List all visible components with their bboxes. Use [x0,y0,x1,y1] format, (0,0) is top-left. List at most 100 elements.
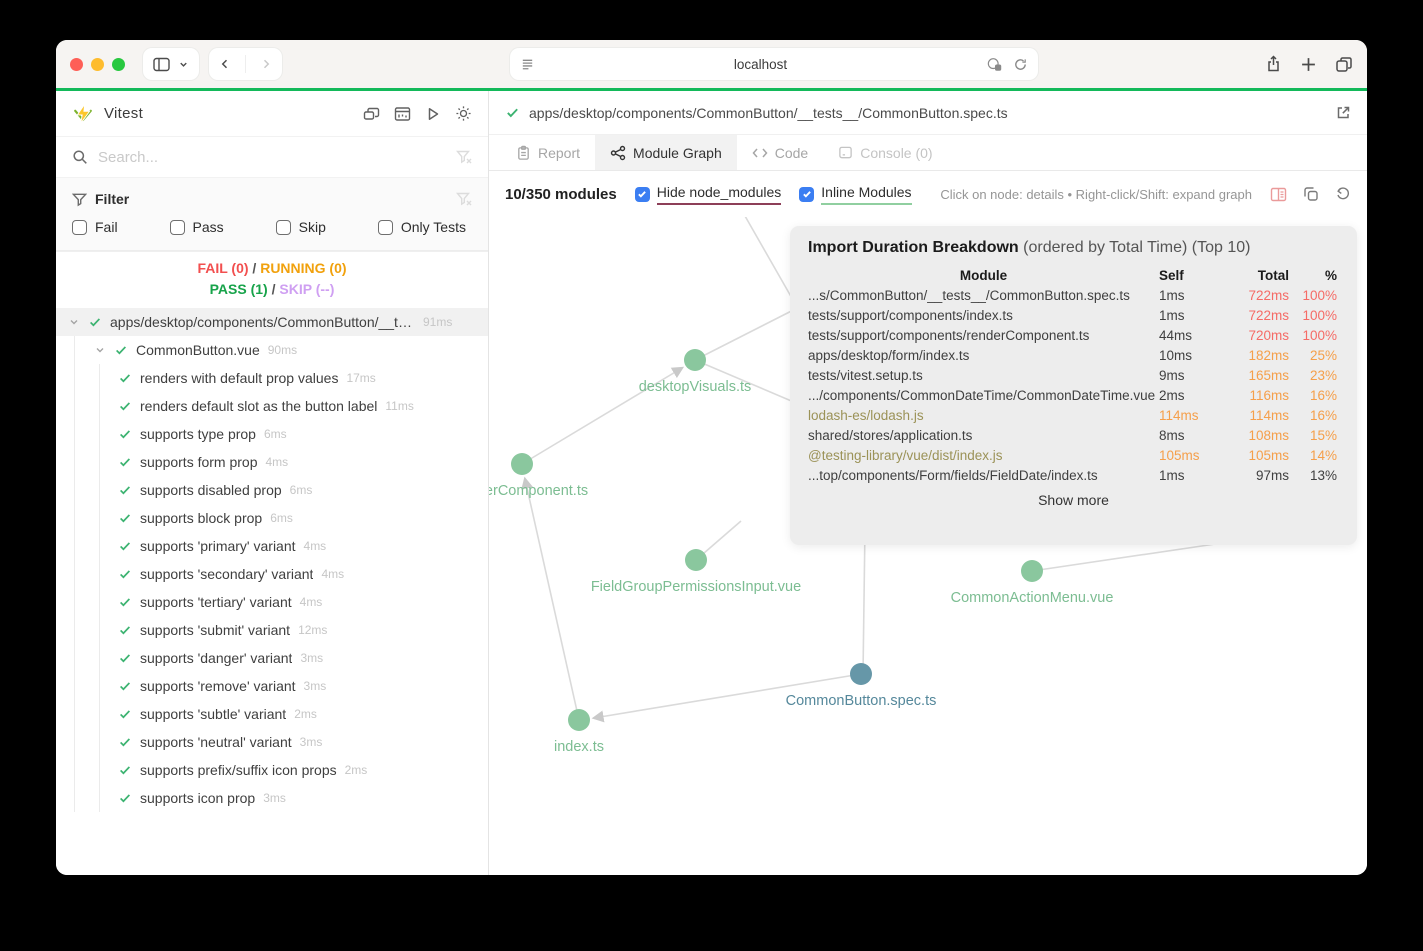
minimize-window-button[interactable] [91,57,104,71]
breakdown-row[interactable]: tests/support/components/index.ts 1ms 72… [808,305,1339,325]
tree-row-test[interactable]: renders default slot as the button label… [56,392,488,420]
share-icon[interactable] [1265,55,1282,73]
tree-row-test[interactable]: renders with default prop values 17ms [56,364,488,392]
toggle-breakdown-panel-icon[interactable] [1270,187,1287,202]
reset-graph-icon[interactable] [1335,186,1351,202]
column-self: Self [1159,268,1184,283]
forward-button[interactable] [260,57,272,71]
percent: 25% [1309,347,1337,363]
tree-row-test[interactable]: supports 'subtle' variant 2ms [56,700,488,728]
checkbox[interactable] [275,219,291,235]
zoom-window-button[interactable] [112,57,125,71]
clear-filter-icon[interactable] [456,191,472,207]
filter-checkbox-option[interactable]: Pass [169,219,224,235]
tree-row-test[interactable]: supports prefix/suffix icon props 2ms [56,756,488,784]
tab-code[interactable]: Code [737,135,823,170]
slash: / [271,281,276,297]
search-input[interactable] [98,148,446,166]
tree-row-suite[interactable]: CommonButton.vue 90ms [56,336,488,364]
checkbox[interactable] [377,219,393,235]
tree-row-test[interactable]: supports 'remove' variant 3ms [56,672,488,700]
pass-check-icon [118,483,132,497]
checked-checkbox-icon[interactable] [799,186,815,202]
chevron-down-icon[interactable] [68,316,80,328]
tree-row-test[interactable]: supports icon prop 3ms [56,784,488,812]
hide-node-modules-toggle[interactable]: Hide node_modules [634,184,782,205]
self-time: 114ms [1159,407,1199,423]
reader-view-icon[interactable] [520,57,535,72]
breakdown-row[interactable]: .../components/CommonDateTime/CommonDate… [808,385,1339,405]
tab-overview-icon[interactable] [1335,56,1353,73]
inline-modules-toggle[interactable]: Inline Modules [799,184,912,205]
tree-row-spec-file[interactable]: apps/desktop/components/CommonButton/__t… [56,308,488,336]
tree-row-test[interactable]: supports type prop 6ms [56,420,488,448]
pass-check-icon [118,651,132,665]
breakdown-row[interactable]: tests/support/components/renderComponent… [808,325,1339,345]
checkbox[interactable] [72,219,87,235]
tab-console[interactable]: Console (0) [823,135,947,170]
collapse-windows-icon[interactable] [363,106,380,122]
self-time: 1ms [1159,467,1185,483]
filter-checkbox-option[interactable]: Skip [275,219,326,235]
run-all-icon[interactable] [425,106,441,122]
checked-checkbox-icon[interactable] [634,186,650,202]
reload-icon[interactable] [1013,57,1028,72]
module-path: ...top/components/Form/fields/FieldDate/… [808,467,1098,483]
graph-node-label: CommonActionMenu.vue [951,590,1114,606]
graph-node[interactable] [568,709,590,731]
breakdown-row[interactable]: @testing-library/vue/dist/index.js 105ms… [808,445,1339,465]
address-bar[interactable]: localhost [509,48,1038,80]
graph-node[interactable] [685,549,707,571]
back-button[interactable] [219,57,231,71]
translate-badge-icon[interactable] [987,57,1003,72]
suite-duration: 90ms [267,343,298,357]
breakdown-row[interactable]: apps/desktop/form/index.ts 10ms 182ms 25… [808,345,1339,365]
clear-filter-icon[interactable] [456,149,472,165]
tree-row-test[interactable]: supports form prop 4ms [56,448,488,476]
tab-label: Code [774,144,809,161]
close-window-button[interactable] [70,57,83,71]
tree-row-test[interactable]: supports disabled prop 6ms [56,476,488,504]
breakdown-row[interactable]: ...s/CommonButton/__tests__/CommonButton… [808,285,1339,305]
tree-row-test[interactable]: supports 'secondary' variant 4ms [56,560,488,588]
copy-graph-icon[interactable] [1303,186,1319,202]
tab-report[interactable]: Report [501,135,595,170]
checkbox[interactable] [169,219,185,235]
filter-checkbox-option[interactable]: Only Tests [377,219,466,235]
tab-module-graph[interactable]: Module Graph [595,135,737,170]
column-total: Total [1257,268,1289,283]
total-time: 116ms [1249,387,1289,403]
module-graph-canvas[interactable]: desktopVisuals.ts renderComponent.ts Field… [489,171,1367,875]
tree-row-test[interactable]: supports 'danger' variant 3ms [56,644,488,672]
graph-edge [521,476,580,721]
tree-row-test[interactable]: supports 'submit' variant 12ms [56,616,488,644]
theme-toggle-icon[interactable] [455,105,472,122]
show-more-button[interactable]: Show more [808,492,1339,508]
breakdown-row[interactable]: tests/vitest.setup.ts 9ms 165ms 23% [808,365,1339,385]
graph-node[interactable] [850,663,872,685]
graph-node[interactable] [684,349,706,371]
filter-checkbox-option[interactable]: Fail [72,219,118,235]
tree-row-test[interactable]: supports 'tertiary' variant 4ms [56,588,488,616]
graph-node[interactable] [511,453,533,475]
dashboard-icon[interactable] [394,106,411,122]
test-name: supports icon prop [140,790,256,806]
tree-row-test[interactable]: supports 'primary' variant 4ms [56,532,488,560]
tree-row-test[interactable]: supports block prop 6ms [56,504,488,532]
chevron-down-icon[interactable] [94,344,106,356]
checkbox-label: Fail [95,219,118,235]
graph-node[interactable] [1021,560,1043,582]
sidebar-toggle-button[interactable] [143,48,199,80]
module-path: apps/desktop/form/index.ts [808,347,970,363]
breakdown-row[interactable]: ...top/components/Form/fields/FieldDate/… [808,465,1339,485]
open-external-icon[interactable] [1335,105,1351,121]
breakdown-row[interactable]: shared/stores/application.ts 8ms 108ms 1… [808,425,1339,445]
breakdown-title: Import Duration Breakdown [808,239,1019,256]
breakdown-row[interactable]: lodash-es/lodash.js 114ms 114ms 16% [808,405,1339,425]
breakdown-subtitle: (ordered by Total Time) (Top 10) [1023,239,1251,256]
tree-row-test[interactable]: supports 'neutral' variant 3ms [56,728,488,756]
new-tab-icon[interactable] [1300,56,1317,73]
fail-count: FAIL (0) [197,260,249,276]
self-time: 10ms [1159,347,1193,363]
traffic-lights [70,57,125,71]
